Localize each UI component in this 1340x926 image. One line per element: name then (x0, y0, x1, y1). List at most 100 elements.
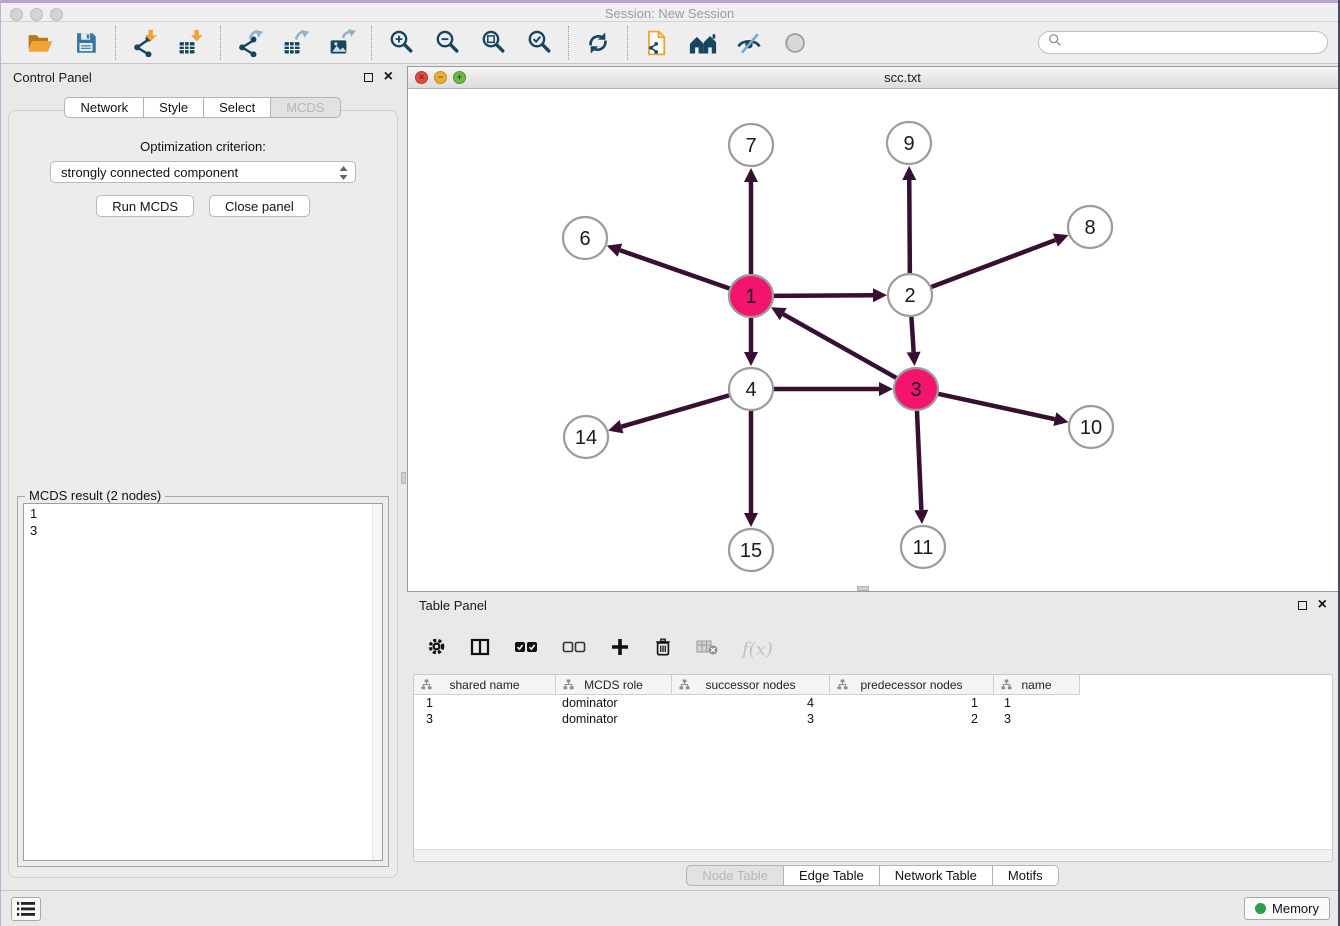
add-row-icon[interactable] (610, 637, 630, 662)
edge-1-to-2[interactable] (773, 295, 873, 296)
tab-network[interactable]: Network (64, 97, 144, 118)
edge-3-to-11[interactable] (917, 411, 921, 510)
criterion-dropdown[interactable]: strongly connected component (50, 161, 356, 183)
float-panel-icon[interactable] (364, 73, 373, 82)
mcds-result-list[interactable]: 1 3 (23, 503, 383, 861)
table-cell[interactable]: dominator (556, 712, 672, 726)
zoom-out-icon[interactable] (431, 27, 463, 59)
tab-mcds[interactable]: MCDS (270, 97, 340, 118)
memory-button[interactable]: Memory (1244, 897, 1330, 920)
show-graphics-details-icon[interactable] (779, 27, 811, 59)
network-graph[interactable]: 7968124314101511 (408, 89, 1340, 592)
column-header-MCDS-role[interactable]: MCDS role (556, 675, 672, 695)
network-canvas[interactable]: 7968124314101511 (408, 89, 1340, 591)
function-builder-icon[interactable]: f(x) (742, 639, 773, 660)
export-table-icon[interactable] (280, 27, 312, 59)
graph-node-label-7: 7 (745, 135, 756, 157)
first-neighbors-icon[interactable] (687, 27, 719, 59)
search-field[interactable] (1038, 31, 1328, 54)
search-input[interactable] (1068, 34, 1318, 51)
export-image-icon[interactable] (326, 27, 358, 59)
table-cell[interactable]: 3 (994, 712, 1080, 726)
tab-style[interactable]: Style (143, 97, 204, 118)
column-hierarchy-icon (679, 679, 690, 693)
table-cell[interactable]: 3 (414, 712, 556, 726)
application-window: Session: New Session (0, 0, 1340, 926)
new-network-from-selection-icon[interactable] (641, 27, 673, 59)
gear-settings-icon[interactable] (427, 637, 446, 661)
open-session-icon[interactable] (24, 27, 56, 59)
import-table-icon[interactable] (175, 27, 207, 59)
float-table-panel-icon[interactable] (1298, 601, 1307, 610)
table-cell[interactable]: 1 (830, 696, 994, 710)
edge-2-to-8[interactable] (931, 240, 1056, 287)
column-header-name[interactable]: name (994, 675, 1080, 695)
export-network-icon[interactable] (234, 27, 266, 59)
status-bar: Memory (1, 890, 1338, 926)
table-cell[interactable]: 1 (414, 696, 556, 710)
close-panel-icon[interactable]: × (384, 71, 393, 83)
edge-4-to-14[interactable] (622, 395, 730, 427)
table-cell[interactable]: 3 (672, 712, 830, 726)
zoom-fit-icon[interactable] (477, 27, 509, 59)
import-network-icon[interactable] (129, 27, 161, 59)
table-horizontal-scrollbar[interactable] (414, 849, 1332, 861)
close-panel-button[interactable]: Close panel (209, 195, 310, 217)
memory-status-icon (1255, 903, 1266, 914)
table-cell[interactable]: 1 (994, 696, 1080, 710)
graph-node-label-6: 6 (579, 228, 590, 250)
task-history-button[interactable] (11, 897, 41, 921)
edge-2-to-3[interactable] (911, 317, 913, 352)
column-hierarchy-icon (563, 679, 574, 693)
save-session-icon[interactable] (70, 27, 102, 59)
delete-table-icon[interactable] (696, 639, 718, 660)
run-mcds-button[interactable]: Run MCDS (96, 195, 194, 217)
node-table-rows: 1dominator4113dominator323 (414, 695, 1332, 727)
table-row[interactable]: 1dominator411 (414, 695, 1332, 711)
network-window-title: scc.txt (415, 70, 1333, 85)
graph-node-label-3: 3 (910, 379, 921, 401)
result-scrollbar[interactable] (372, 504, 382, 860)
search-icon (1048, 33, 1062, 52)
edge-3-to-10[interactable] (937, 394, 1054, 419)
table-tab-motifs[interactable]: Motifs (992, 865, 1059, 886)
graph-node-label-15: 15 (740, 540, 762, 562)
network-window-titlebar: × − + scc.txt (408, 67, 1340, 89)
zoom-selected-icon[interactable] (523, 27, 555, 59)
column-hierarchy-icon (421, 679, 432, 693)
column-header-predecessor-nodes[interactable]: predecessor nodes (830, 675, 994, 695)
edge-3-to-1[interactable] (783, 314, 897, 378)
edge-1-to-6[interactable] (620, 250, 730, 289)
table-tab-network-table[interactable]: Network Table (879, 865, 993, 886)
table-tab-node-table[interactable]: Node Table (686, 865, 784, 886)
column-hierarchy-icon (1001, 679, 1012, 693)
optimization-criterion-label: Optimization criterion: (9, 139, 397, 154)
control-panel-header: Control Panel × (1, 64, 405, 90)
column-header-shared-name[interactable]: shared name (414, 675, 556, 695)
horizontal-splitter-handle[interactable] (857, 586, 869, 591)
close-table-panel-icon[interactable]: × (1318, 599, 1327, 611)
graph-node-label-8: 8 (1084, 217, 1095, 239)
table-cell[interactable]: dominator (556, 696, 672, 710)
deselect-all-checkboxes-icon[interactable] (562, 640, 586, 659)
node-table-header: shared nameMCDS rolesuccessor nodesprede… (414, 675, 1332, 695)
table-cell[interactable]: 4 (672, 696, 830, 710)
network-view-window: × − + scc.txt 7968124314101511 (405, 64, 1340, 592)
delete-row-trash-icon[interactable] (654, 637, 672, 662)
split-columns-icon[interactable] (470, 637, 490, 662)
graph-node-label-9: 9 (903, 133, 914, 155)
column-header-successor-nodes[interactable]: successor nodes (672, 675, 830, 695)
mcds-result-group: MCDS result (2 nodes) 1 3 (17, 496, 389, 867)
apply-layout-refresh-icon[interactable] (582, 27, 614, 59)
control-panel: Control Panel × NetworkStyleSelectMCDS O… (1, 64, 405, 890)
zoom-in-icon[interactable] (385, 27, 417, 59)
list-icon (16, 900, 36, 918)
table-row[interactable]: 3dominator323 (414, 711, 1332, 727)
table-tab-edge-table[interactable]: Edge Table (783, 865, 880, 886)
hide-selected-eye-slash-icon[interactable] (733, 27, 765, 59)
table-cell[interactable]: 2 (830, 712, 994, 726)
edge-2-to-9[interactable] (909, 180, 910, 273)
select-all-checkboxes-icon[interactable] (514, 640, 538, 659)
graph-node-label-10: 10 (1080, 417, 1102, 439)
tab-select[interactable]: Select (203, 97, 271, 118)
